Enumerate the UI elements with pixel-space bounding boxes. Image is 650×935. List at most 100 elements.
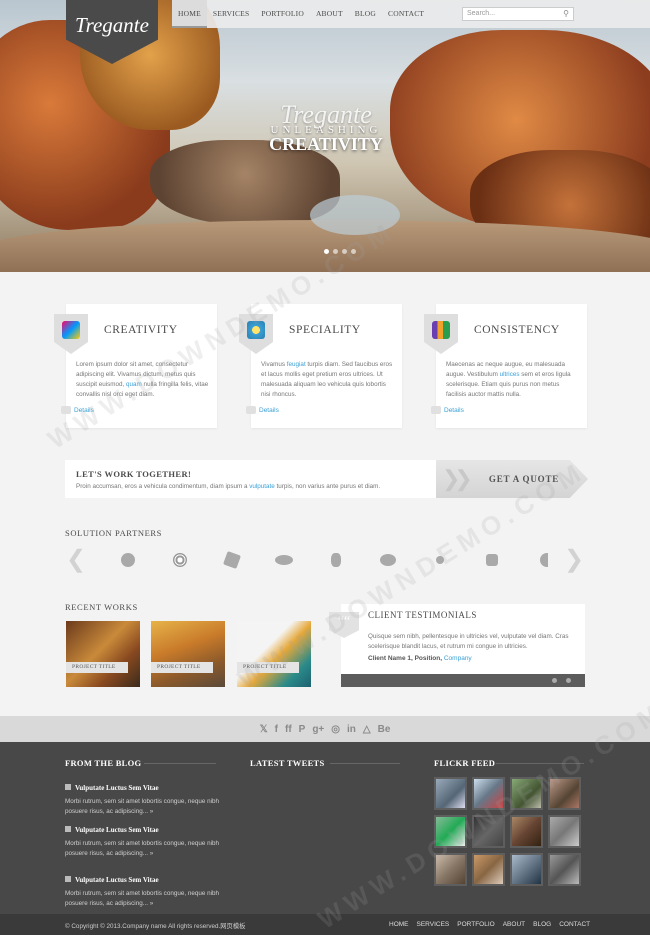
flickr-thumb[interactable] xyxy=(548,815,581,848)
flickr-thumb[interactable] xyxy=(434,853,467,886)
work-thumbnail[interactable]: PROJECT TITLE xyxy=(66,621,140,687)
flickr-thumb[interactable] xyxy=(548,853,581,886)
flickr-title: FLICKR FEED xyxy=(434,758,496,768)
facebook-icon[interactable]: f xyxy=(275,724,278,735)
pager-dot[interactable] xyxy=(552,678,557,683)
partner-logo[interactable] xyxy=(211,545,253,575)
work-thumbnail[interactable]: PROJECT TITLE xyxy=(237,621,311,687)
testimonial-text: Quisque sem nibh, pellentesque in ultric… xyxy=(368,633,569,650)
flickr-thumb[interactable] xyxy=(472,777,505,810)
partner-logo[interactable] xyxy=(367,545,409,575)
slider-dot[interactable] xyxy=(351,249,356,254)
flickr-thumb[interactable] xyxy=(510,815,543,848)
testimonials-title: CLIENT TESTIMONIALS xyxy=(368,610,477,620)
nav-services[interactable]: SERVICES xyxy=(207,0,255,28)
linkedin-icon[interactable]: in xyxy=(347,724,356,735)
copyright: © Copyright © 2013.Company name All righ… xyxy=(65,923,246,930)
inline-link[interactable]: vulputate xyxy=(249,483,275,490)
footer-nav-services[interactable]: SERVICES xyxy=(417,921,450,928)
feature-text: Maecenas ac neque augue, eu malesuada au… xyxy=(446,361,571,398)
nav-blog[interactable]: BLOG xyxy=(349,0,382,28)
divider xyxy=(144,763,216,764)
details-link[interactable]: Details xyxy=(61,406,94,414)
post-excerpt: Morbi rutrum, sem sit amet lobortis cong… xyxy=(65,840,219,857)
search-input[interactable]: Search... xyxy=(462,7,574,21)
slider-dot[interactable] xyxy=(333,249,338,254)
nav-portfolio[interactable]: PORTFOLIO xyxy=(255,0,310,28)
slider-dot[interactable] xyxy=(324,249,329,254)
footer-nav-contact[interactable]: CONTACT xyxy=(559,921,590,928)
project-title: PROJECT TITLE xyxy=(66,662,128,673)
feature-title: SPECIALITY xyxy=(289,324,361,336)
pager-dot[interactable] xyxy=(566,678,571,683)
partner-logo[interactable] xyxy=(471,545,513,575)
work-thumbnail[interactable]: PROJECT TITLE xyxy=(151,621,225,687)
speciality-icon xyxy=(239,314,273,354)
bottom-bar: © Copyright © 2013.Company name All righ… xyxy=(0,914,650,935)
partner-logo[interactable] xyxy=(263,545,305,575)
creativity-icon xyxy=(54,314,88,354)
feature-consistency: CONSISTENCY Maecenas ac neque augue, eu … xyxy=(424,304,587,428)
post-excerpt: Morbi rutrum, sem sit amet lobortis cong… xyxy=(65,890,219,907)
partner-logo[interactable] xyxy=(419,545,461,575)
partner-logo[interactable] xyxy=(523,545,565,575)
search-icon[interactable]: ⚲ xyxy=(560,8,572,20)
hero-slider: Tregante HOME SERVICES PORTFOLIO ABOUT B… xyxy=(0,0,650,272)
footer-nav: HOME SERVICES PORTFOLIO ABOUT BLOG CONTA… xyxy=(389,921,590,928)
cta-banner: LET'S WORK TOGETHER! Proin accumsan, ero… xyxy=(65,460,437,498)
inline-link[interactable]: ultrices xyxy=(500,371,520,378)
inline-link[interactable]: feugiat xyxy=(287,361,306,368)
chevron-right-icon: ❯❯ xyxy=(442,466,473,491)
post-title[interactable]: Vulputate Luctus Sem Vitae xyxy=(65,826,159,834)
forrst-icon[interactable]: △ xyxy=(363,724,371,735)
feature-title: CREATIVITY xyxy=(104,324,178,336)
flickr-thumb[interactable] xyxy=(510,777,543,810)
divider xyxy=(330,763,400,764)
flickr-thumb[interactable] xyxy=(434,815,467,848)
details-link[interactable]: Details xyxy=(431,406,464,414)
carousel-prev-icon[interactable]: ❮ xyxy=(65,548,87,572)
feature-text: Vivamus feugiat turpis diam. Sed faucibu… xyxy=(261,361,393,398)
company-link[interactable]: Company xyxy=(444,655,472,662)
nav-about[interactable]: ABOUT xyxy=(310,0,349,28)
partners-title: SOLUTION PARTNERS xyxy=(65,528,162,538)
feature-text: Lorem ipsum dolor sit amet, consectetur … xyxy=(76,361,209,398)
speech-bubble-icon xyxy=(246,406,256,414)
dribbble-icon[interactable]: ◎ xyxy=(331,724,340,735)
flickr-thumb[interactable] xyxy=(434,777,467,810)
slider-dots xyxy=(324,249,356,254)
project-title: PROJECT TITLE xyxy=(151,662,213,673)
water-pool xyxy=(310,195,400,235)
post-title[interactable]: Vulputate Luctus Sem Vitae xyxy=(65,784,159,792)
post-excerpt: Morbi rutrum, sem sit amet lobortis cong… xyxy=(65,798,219,815)
slider-dot[interactable] xyxy=(342,249,347,254)
tweets-title: LATEST TWEETS xyxy=(250,758,325,768)
nav-contact[interactable]: CONTACT xyxy=(382,0,430,28)
post-title[interactable]: Vulputate Luctus Sem Vitae xyxy=(65,876,159,884)
partners-carousel: ❮ ❯ xyxy=(65,545,587,575)
flickr-thumb[interactable] xyxy=(548,777,581,810)
footer-nav-home[interactable]: HOME xyxy=(389,921,409,928)
nav-home[interactable]: HOME xyxy=(172,0,207,28)
google-plus-icon[interactable]: g+ xyxy=(312,724,324,735)
partner-logo[interactable] xyxy=(107,545,149,575)
footer-nav-about[interactable]: ABOUT xyxy=(503,921,525,928)
friendfeed-icon[interactable]: ff xyxy=(285,724,292,735)
partner-logo[interactable] xyxy=(315,545,357,575)
carousel-next-icon[interactable]: ❯ xyxy=(563,548,585,572)
flickr-thumb[interactable] xyxy=(472,815,505,848)
feature-title: CONSISTENCY xyxy=(474,324,560,336)
testimonial-pager xyxy=(341,674,585,687)
cta-text: Proin accumsan, eros a vehicula condimen… xyxy=(76,483,381,490)
details-link[interactable]: Details xyxy=(246,406,279,414)
flickr-thumb[interactable] xyxy=(510,853,543,886)
partner-logo[interactable] xyxy=(159,545,201,575)
footer-nav-portfolio[interactable]: PORTFOLIO xyxy=(457,921,494,928)
flickr-thumb[interactable] xyxy=(472,853,505,886)
twitter-icon[interactable]: 𝕏 xyxy=(260,724,268,735)
pinterest-icon[interactable]: P xyxy=(299,724,306,735)
footer-nav-blog[interactable]: BLOG xyxy=(533,921,551,928)
behance-icon[interactable]: Be xyxy=(378,724,391,735)
inline-link[interactable]: quam xyxy=(126,381,142,388)
blog-title: FROM THE BLOG xyxy=(65,758,142,768)
